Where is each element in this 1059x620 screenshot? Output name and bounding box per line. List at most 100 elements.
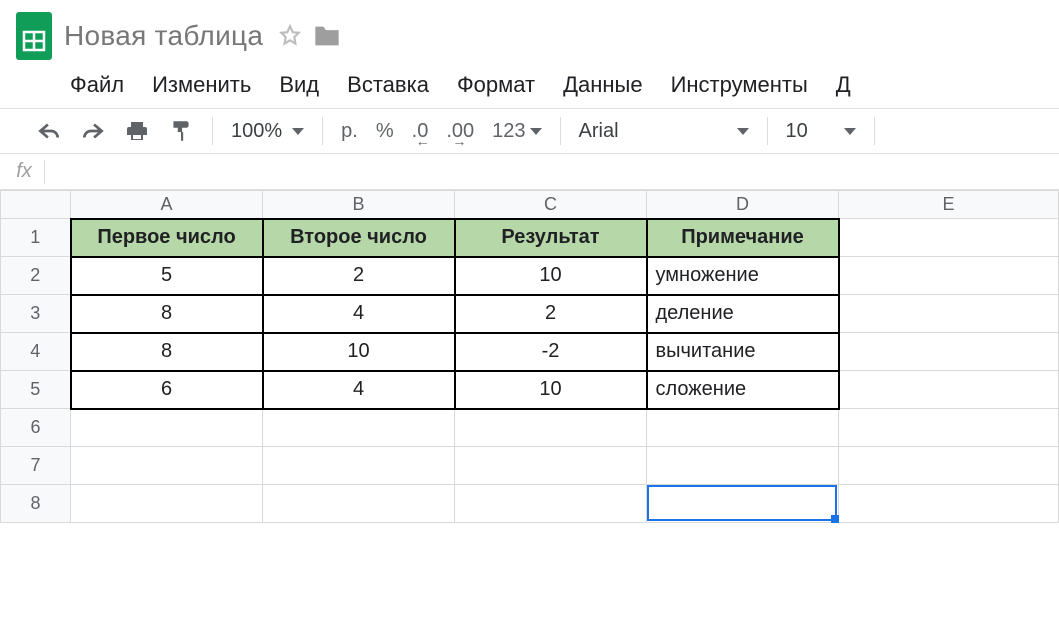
paint-format-icon[interactable] [168,118,194,144]
cell-E4[interactable] [839,333,1059,371]
cell-C7[interactable] [455,447,647,485]
menu-data[interactable]: Данные [563,72,642,98]
row-header-5[interactable]: 5 [1,371,71,409]
row-header-2[interactable]: 2 [1,257,71,295]
cell-A1[interactable]: Первое число [71,219,263,257]
cell-E7[interactable] [839,447,1059,485]
menu-bar: Файл Изменить Вид Вставка Формат Данные … [0,64,1059,108]
menu-addons-partial[interactable]: Д [836,72,851,98]
cell-B5[interactable]: 4 [263,371,455,409]
title-row: Новая таблица [0,8,1059,64]
font-size-value: 10 [786,120,808,143]
fx-separator [44,160,45,184]
font-family-dropdown[interactable]: Arial [579,120,749,143]
formula-bar: fx [0,154,1059,190]
cell-E8[interactable] [839,485,1059,523]
cell-A7[interactable] [71,447,263,485]
dropdown-icon [530,128,542,135]
cell-C1[interactable]: Результат [455,219,647,257]
more-formats-label: 123 [492,120,525,143]
font-size-dropdown[interactable]: 10 [786,120,856,143]
cell-D3[interactable]: деление [647,295,839,333]
row-header-4[interactable]: 4 [1,333,71,371]
fx-icon[interactable]: fx [8,160,40,183]
font-family-value: Arial [579,120,619,143]
column-header-E[interactable]: E [839,191,1059,219]
menu-insert[interactable]: Вставка [347,72,429,98]
more-formats-dropdown[interactable]: 123 [492,120,541,143]
cell-A5[interactable]: 6 [71,371,263,409]
zoom-dropdown[interactable]: 100% [231,120,304,143]
cell-D1[interactable]: Примечание [647,219,839,257]
document-title[interactable]: Новая таблица [64,20,263,52]
cell-B2[interactable]: 2 [263,257,455,295]
cell-B7[interactable] [263,447,455,485]
toolbar-separator [874,117,875,145]
select-all-corner[interactable] [1,191,71,219]
cell-C4[interactable]: -2 [455,333,647,371]
dropdown-icon [292,128,304,135]
spreadsheet-grid[interactable]: A B C D E 1 Первое число Второе число Ре… [0,190,1059,523]
toolbar: 100% р. % .0 ← .00 → 123 Arial 10 [0,109,1059,154]
cell-D7[interactable] [647,447,839,485]
cell-D4[interactable]: вычитание [647,333,839,371]
cell-E5[interactable] [839,371,1059,409]
cell-A8[interactable] [71,485,263,523]
row-header-1[interactable]: 1 [1,219,71,257]
cell-C5[interactable]: 10 [455,371,647,409]
cell-C8[interactable] [455,485,647,523]
row-header-3[interactable]: 3 [1,295,71,333]
cell-D5[interactable]: сложение [647,371,839,409]
column-header-D[interactable]: D [647,191,839,219]
sheets-logo-icon[interactable] [12,8,56,64]
zoom-value: 100% [231,120,282,143]
cell-A4[interactable]: 8 [71,333,263,371]
undo-icon[interactable] [36,120,62,142]
column-header-C[interactable]: C [455,191,647,219]
menu-view[interactable]: Вид [279,72,319,98]
cell-B4[interactable]: 10 [263,333,455,371]
redo-icon[interactable] [80,120,106,142]
cell-A3[interactable]: 8 [71,295,263,333]
toolbar-separator [212,117,213,145]
dropdown-icon [844,128,856,135]
cell-D2[interactable]: умножение [647,257,839,295]
format-currency-button[interactable]: р. [341,120,358,143]
dropdown-icon [737,128,749,135]
cell-E1[interactable] [839,219,1059,257]
cell-B1[interactable]: Второе число [263,219,455,257]
toolbar-separator [322,117,323,145]
menu-tools[interactable]: Инструменты [671,72,808,98]
format-percent-button[interactable]: % [376,120,394,143]
cell-C6[interactable] [455,409,647,447]
cell-B6[interactable] [263,409,455,447]
column-header-A[interactable]: A [71,191,263,219]
formula-input[interactable] [49,159,1059,184]
increase-decimal-button[interactable]: .00 → [446,120,474,143]
row-header-6[interactable]: 6 [1,409,71,447]
cell-E3[interactable] [839,295,1059,333]
star-icon[interactable] [277,23,303,49]
cell-C3[interactable]: 2 [455,295,647,333]
cell-D8[interactable] [647,485,839,523]
cell-D6[interactable] [647,409,839,447]
cell-A6[interactable] [71,409,263,447]
menu-edit[interactable]: Изменить [152,72,251,98]
toolbar-separator [767,117,768,145]
menu-file[interactable]: Файл [70,72,124,98]
header-area: Новая таблица Файл Изменить Вид Вставка … [0,0,1059,109]
cell-E2[interactable] [839,257,1059,295]
toolbar-separator [560,117,561,145]
cell-A2[interactable]: 5 [71,257,263,295]
menu-format[interactable]: Формат [457,72,535,98]
folder-icon[interactable] [313,24,341,48]
cell-C2[interactable]: 10 [455,257,647,295]
cell-E6[interactable] [839,409,1059,447]
column-header-B[interactable]: B [263,191,455,219]
cell-B3[interactable]: 4 [263,295,455,333]
decrease-decimal-button[interactable]: .0 ← [412,120,429,143]
row-header-7[interactable]: 7 [1,447,71,485]
row-header-8[interactable]: 8 [1,485,71,523]
cell-B8[interactable] [263,485,455,523]
print-icon[interactable] [124,119,150,143]
